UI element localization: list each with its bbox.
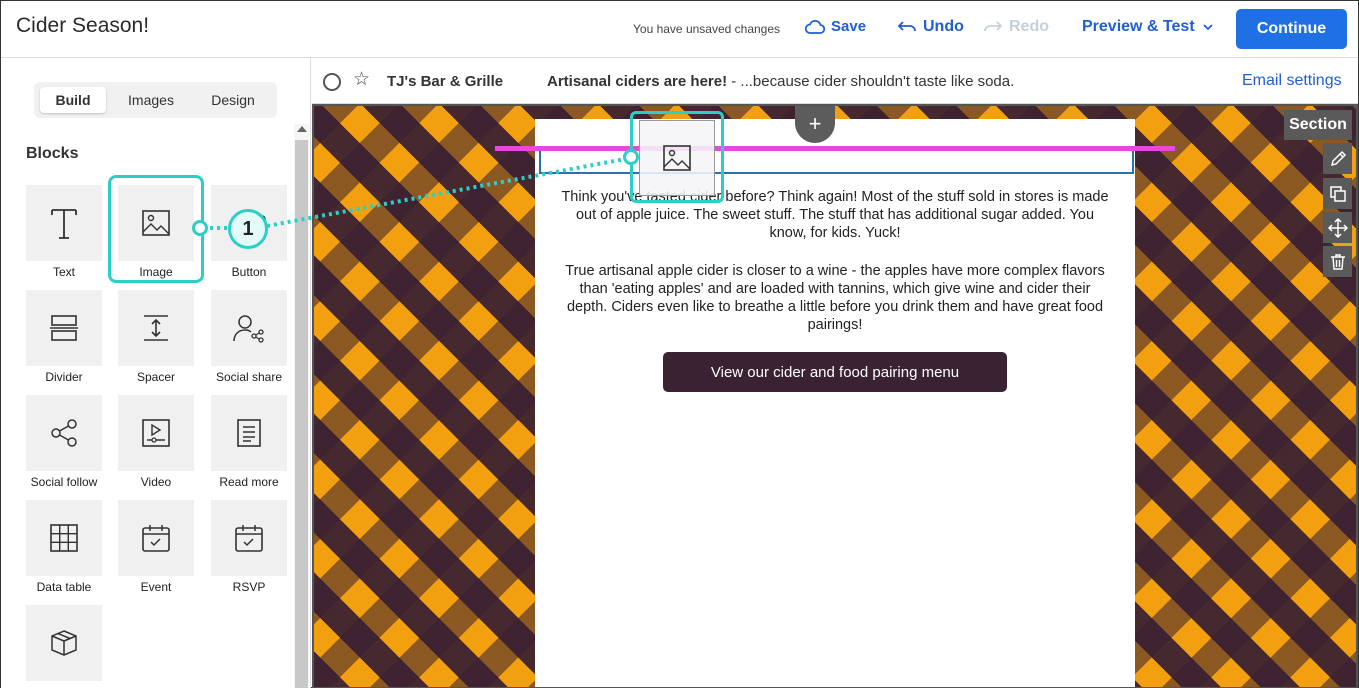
block-read-more[interactable]: [211, 395, 287, 471]
event-icon: [142, 525, 170, 552]
undo-label: Undo: [923, 18, 964, 35]
edit-icon: [1330, 150, 1346, 166]
block-label-text: Text: [52, 265, 75, 279]
social-share-icon: [233, 315, 264, 343]
email-settings-link[interactable]: Email settings: [1242, 72, 1342, 90]
block-label-social-share: Social share: [215, 370, 283, 384]
email-header-bar: ☆ TJ's Bar & Grille Artisanal ciders are…: [312, 58, 1358, 104]
block-label-data-table: Data table: [36, 580, 92, 594]
block-product[interactable]: [26, 605, 102, 681]
duplicate-icon: [1329, 185, 1346, 202]
block-label-divider: Divider: [45, 370, 83, 384]
step-number-badge: 1: [228, 209, 268, 249]
divider-icon: [50, 315, 78, 341]
scroll-up-arrow[interactable]: [297, 126, 307, 132]
drop-indicator-line: [495, 146, 1175, 151]
block-label-spacer: Spacer: [136, 370, 176, 384]
callout-dot-end: [623, 149, 639, 165]
move-icon: [1327, 217, 1348, 238]
block-video[interactable]: [118, 395, 194, 471]
plus-icon: +: [808, 111, 822, 136]
read-more-icon: [237, 419, 261, 447]
scroll-thumb[interactable]: [295, 140, 308, 688]
panel-tabs: Build Images Design: [34, 82, 277, 118]
save-label: Save: [831, 18, 867, 35]
move-section-button[interactable]: [1323, 212, 1352, 243]
block-label-rsvp: RSVP: [232, 580, 266, 594]
text-icon: [51, 209, 77, 239]
delete-icon: [1330, 253, 1345, 270]
data-table-icon: [50, 524, 78, 552]
unsaved-status: You have unsaved changes: [633, 22, 781, 36]
block-data-table[interactable]: [26, 500, 102, 576]
image-block-highlight: [108, 175, 204, 283]
product-box-icon: [51, 630, 77, 656]
email-paragraph-2[interactable]: True artisanal apple cider is closer to …: [561, 262, 1109, 334]
social-follow-icon: [51, 419, 77, 447]
subject-text: Artisanal ciders are here!: [547, 73, 728, 90]
block-spacer[interactable]: [118, 290, 194, 366]
subject-line: Artisanal ciders are here! - ...because …: [547, 73, 1014, 90]
from-name: TJ's Bar & Grille: [387, 73, 504, 90]
delete-section-button[interactable]: [1323, 246, 1352, 277]
block-event[interactable]: [118, 500, 194, 576]
block-label-video: Video: [140, 475, 172, 489]
redo-button[interactable]: Redo: [983, 18, 1049, 36]
undo-button[interactable]: Undo: [897, 18, 964, 36]
rsvp-icon: [235, 525, 263, 552]
save-button[interactable]: Save: [805, 18, 866, 35]
blocks-heading: Blocks: [26, 145, 79, 162]
select-radio[interactable]: [323, 73, 341, 91]
preview-test-button[interactable]: Preview & Test: [1082, 18, 1215, 36]
block-rsvp[interactable]: [211, 500, 287, 576]
spacer-icon: [144, 315, 168, 341]
preview-label: Preview & Test: [1082, 18, 1195, 35]
drag-target-highlight: [630, 111, 724, 203]
preheader-text: - ...because cider shouldn't taste like …: [727, 73, 1015, 90]
duplicate-section-button[interactable]: [1323, 178, 1352, 209]
cta-button[interactable]: View our cider and food pairing menu: [663, 352, 1007, 392]
block-social-share[interactable]: [211, 290, 287, 366]
block-label-button: Button: [231, 265, 267, 279]
app-title: Cider Season!: [16, 14, 150, 37]
block-label-social-follow: Social follow: [30, 475, 98, 489]
tab-images[interactable]: Images: [116, 87, 186, 113]
callout-dot-start: [192, 220, 208, 236]
top-toolbar: Cider Season! You have unsaved changes S…: [1, 1, 1358, 58]
section-label: Section: [1284, 110, 1352, 140]
redo-label: Redo: [1009, 18, 1049, 35]
cloud-icon: [805, 19, 825, 35]
redo-icon: [983, 19, 1003, 35]
block-social-follow[interactable]: [26, 395, 102, 471]
undo-icon: [897, 19, 917, 35]
tab-design[interactable]: Design: [196, 87, 270, 113]
block-label-event: Event: [140, 580, 172, 594]
chevron-down-icon: [1201, 22, 1215, 32]
tab-build[interactable]: Build: [40, 87, 106, 113]
block-text[interactable]: [26, 185, 102, 261]
continue-button[interactable]: Continue: [1236, 9, 1347, 49]
star-icon[interactable]: ☆: [353, 70, 370, 89]
edit-section-button[interactable]: [1323, 143, 1352, 174]
video-icon: [142, 419, 170, 447]
block-divider[interactable]: [26, 290, 102, 366]
block-label-read-more: Read more: [219, 475, 279, 489]
